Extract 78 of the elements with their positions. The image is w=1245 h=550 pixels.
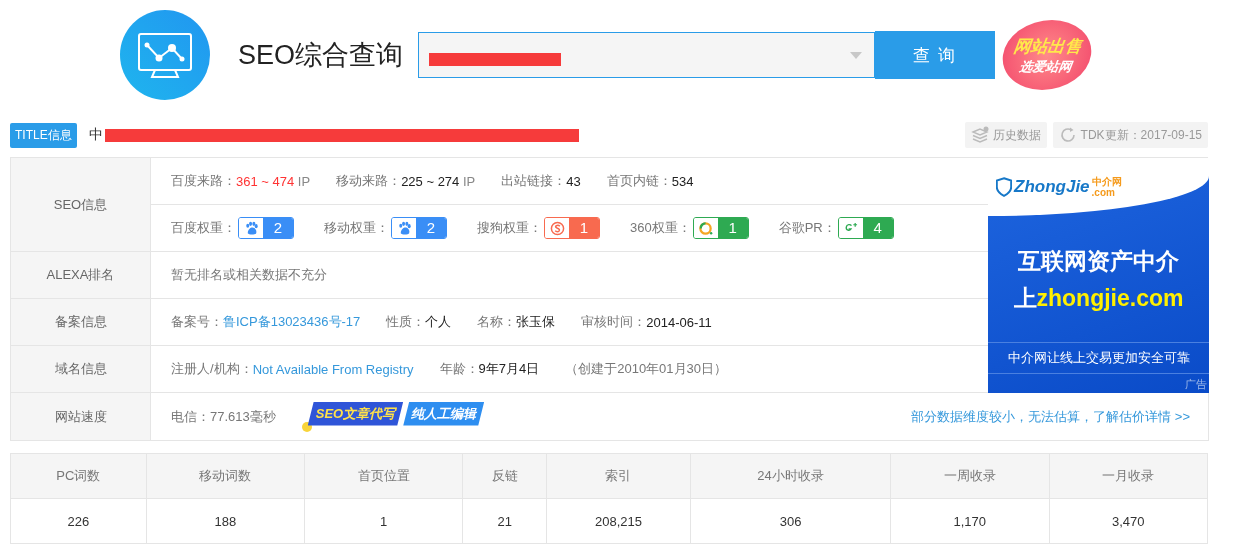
ad-logo-text: ZhongJie bbox=[1014, 177, 1090, 197]
field-value: 个人 bbox=[425, 313, 452, 331]
speed-value: 电信：77.613毫秒 bbox=[171, 407, 276, 426]
table-cell: 3,470 bbox=[1049, 498, 1208, 544]
shield-icon bbox=[996, 176, 1012, 198]
field-label: 移动来路： bbox=[336, 172, 402, 190]
search-button[interactable]: 查 询 bbox=[875, 31, 995, 79]
title-info-badge: TITLE信息 bbox=[10, 122, 77, 148]
weight-badge: 1 bbox=[692, 217, 749, 239]
column-header: 反链 bbox=[462, 453, 547, 499]
field-value: 2014-06-11 bbox=[646, 314, 712, 330]
column-header: 24小时收录 bbox=[690, 453, 891, 499]
ad-headline: 互联网资产中介 bbox=[1018, 247, 1179, 276]
field-label: 出站链接： bbox=[501, 172, 567, 190]
ad-logo-suffix: 中介网 .com bbox=[1091, 176, 1122, 198]
paw-icon bbox=[396, 220, 412, 236]
column-header: 索引 bbox=[546, 453, 691, 499]
field-value: 534 bbox=[671, 173, 694, 189]
table-cell: 226 bbox=[10, 498, 147, 544]
field-label: 首页内链： bbox=[606, 172, 672, 190]
field-link[interactable]: 鲁ICP备13023436号-17 bbox=[223, 313, 361, 331]
ad-headline: 上zhongjie.com bbox=[1013, 284, 1184, 313]
monitor-chart-logo-icon bbox=[120, 10, 210, 100]
field-label: 百度来路： bbox=[171, 172, 236, 190]
ring-icon bbox=[698, 220, 714, 236]
row-label: SEO信息 bbox=[11, 158, 151, 252]
table-cell: 1,170 bbox=[890, 498, 1049, 544]
column-header: 首页位置 bbox=[304, 453, 463, 499]
history-data-button[interactable]: 历史数据 bbox=[964, 122, 1047, 148]
site-title-text: 中 bbox=[88, 126, 103, 144]
column-header: 一月收录 bbox=[1049, 453, 1208, 499]
s-circle-icon bbox=[549, 220, 565, 236]
field-value: 361 ~ 474 IP bbox=[236, 173, 311, 189]
row-label: 备案信息 bbox=[11, 299, 151, 346]
field-label: 年龄： bbox=[439, 360, 479, 378]
field-value: 张玉保 bbox=[516, 313, 556, 331]
field-label: 名称： bbox=[477, 313, 517, 331]
field-label: 注册人/机构： bbox=[171, 360, 253, 378]
field-value: 9年7月4日 bbox=[478, 360, 540, 378]
field-label: 百度权重： bbox=[171, 219, 236, 237]
column-header: 移动词数 bbox=[146, 453, 305, 499]
layers-icon bbox=[970, 126, 989, 144]
valuation-link[interactable]: 部分数据维度较小，无法估算，了解估价详情 >> bbox=[911, 407, 1190, 426]
column-header: PC词数 bbox=[10, 453, 147, 499]
tdk-update-button[interactable]: TDK更新：2017-09-15 bbox=[1052, 122, 1208, 148]
field-label: 性质： bbox=[386, 313, 426, 331]
table-cell: 188 bbox=[146, 498, 305, 544]
field-value: 225 ~ 274 IP bbox=[401, 173, 476, 189]
ad-tagline: 中介网让线上交易更加安全可靠 bbox=[988, 342, 1209, 374]
field-link[interactable]: Not Available From Registry bbox=[252, 361, 414, 377]
page-title: SEO综合查询 bbox=[238, 39, 405, 72]
table-cell: 306 bbox=[690, 498, 891, 544]
promo-banner[interactable]: SEO文章代写 纯人工编辑 bbox=[301, 401, 485, 432]
search-field[interactable] bbox=[418, 32, 875, 78]
row-label: ALEXA排名 bbox=[11, 252, 151, 299]
ad-label: 广告 bbox=[1185, 377, 1207, 392]
field-label: 移动权重： bbox=[324, 219, 389, 237]
alexa-rank-text: 暂无排名或相关数据不充分 bbox=[171, 266, 327, 284]
dropdown-caret-icon bbox=[850, 52, 862, 59]
creation-date-note: （创建于2010年01月30日） bbox=[565, 360, 728, 378]
field-label: 搜狗权重： bbox=[477, 219, 542, 237]
field-value: 43 bbox=[566, 173, 581, 189]
table-cell: 208,215 bbox=[546, 498, 691, 544]
field-label: 谷歌PR： bbox=[778, 219, 836, 237]
row-label: 域名信息 bbox=[11, 346, 151, 393]
weight-badge: 1 bbox=[544, 217, 600, 239]
table-cell: 21 bbox=[462, 498, 547, 544]
field-label: 备案号： bbox=[171, 313, 223, 331]
weight-badge: 2 bbox=[391, 217, 447, 239]
paw-icon bbox=[243, 220, 259, 236]
field-label: 审核时间： bbox=[581, 313, 647, 331]
column-header: 一周收录 bbox=[890, 453, 1049, 499]
row-label: 网站速度 bbox=[11, 393, 151, 441]
weight-badge: 4 bbox=[837, 217, 894, 239]
table-cell: 1 bbox=[304, 498, 463, 544]
weight-badge: 2 bbox=[238, 217, 294, 239]
refresh-icon bbox=[1058, 126, 1077, 144]
field-label: 360权重： bbox=[630, 219, 691, 237]
